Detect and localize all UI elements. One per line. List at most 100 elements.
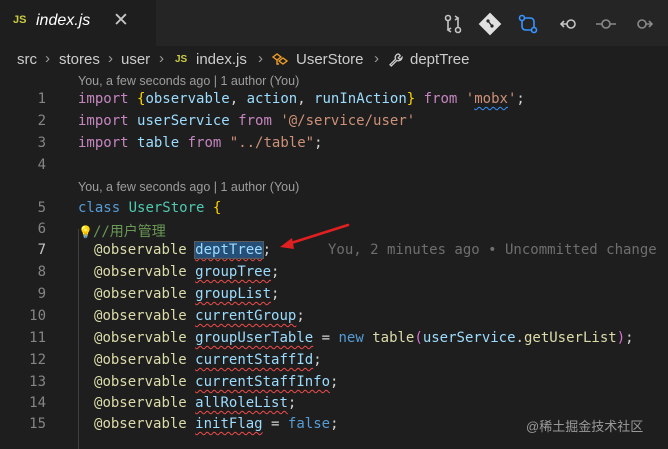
punct: ; — [516, 91, 525, 107]
chevron-right-icon: › — [108, 50, 113, 67]
breadcrumb-item-user[interactable]: user — [121, 51, 150, 68]
breadcrumb-item-file[interactable]: index.js — [196, 51, 247, 68]
git-icon[interactable] — [478, 12, 502, 36]
code-line-8[interactable]: @observable groupTree; — [94, 264, 279, 280]
keyword: class — [78, 200, 121, 216]
line-number: 11 — [29, 330, 46, 346]
line-number: 13 — [29, 374, 46, 390]
keyword: from — [423, 91, 458, 107]
property-name: deptTree — [194, 241, 264, 259]
operator: = — [313, 330, 339, 346]
code-line-12[interactable]: @observable currentStaffId; — [94, 352, 322, 368]
line-number: 15 — [29, 416, 46, 432]
code-line-2[interactable]: import userService from '@/service/user' — [78, 113, 415, 129]
watermark: @稀土掘金技术社区 — [526, 419, 644, 434]
annotation-arrow-icon — [280, 223, 350, 249]
line-number: 3 — [37, 135, 46, 151]
breadcrumb-item-property[interactable]: deptTree — [410, 51, 469, 68]
line-number: 1 — [37, 91, 46, 107]
decorator: observable — [102, 352, 187, 368]
property-name: groupTree — [195, 264, 272, 280]
decorator: observable — [102, 264, 187, 280]
punct: ; — [313, 352, 322, 368]
string: ' — [465, 91, 475, 107]
keyword: import — [78, 135, 129, 151]
code-line-6[interactable]: 💡//用户管理 — [78, 221, 166, 241]
punct: ; — [314, 135, 323, 151]
line-number: 14 — [29, 395, 46, 411]
line-number: 9 — [37, 286, 46, 302]
property-name: currentGroup — [195, 308, 297, 324]
punct: ; — [287, 395, 297, 411]
paren: ) — [616, 330, 626, 346]
class-symbol-icon — [271, 53, 289, 65]
brace: } — [406, 91, 416, 107]
compare-icon[interactable] — [516, 12, 540, 36]
line-number: 12 — [29, 352, 46, 368]
chevron-right-icon: › — [258, 50, 263, 67]
identifier: action — [246, 91, 298, 107]
property-name: currentStaffId — [195, 352, 314, 368]
code-editor[interactable]: You, a few seconds ago | 1 author (You) … — [0, 74, 668, 449]
codelens-blame[interactable]: You, a few seconds ago | 1 author (You) — [78, 74, 299, 88]
line-number: 2 — [37, 113, 46, 129]
operator: = — [262, 416, 288, 432]
close-icon[interactable]: ✕ — [113, 11, 129, 31]
decorator: observable — [102, 242, 187, 258]
punct: ; — [262, 242, 272, 258]
go-back-icon[interactable] — [557, 12, 581, 36]
git-commit-icon[interactable] — [594, 12, 618, 36]
string: "../table" — [229, 135, 315, 151]
identifier: table — [137, 135, 180, 151]
property-name: initFlag — [195, 416, 263, 432]
go-forward-icon[interactable] — [632, 12, 656, 36]
decorator: observable — [102, 374, 187, 390]
code-line-9[interactable]: @observable groupList; — [94, 286, 279, 302]
identifier: userService — [137, 113, 230, 129]
code-line-15[interactable]: @observable initFlag = false; — [94, 416, 339, 432]
code-line-13[interactable]: @observable currentStaffInfo; — [94, 374, 338, 390]
code-line-1[interactable]: import {observable, action, runInAction}… — [78, 91, 525, 107]
property-name: groupList — [195, 286, 272, 302]
open-changes-icon[interactable] — [441, 12, 465, 36]
js-file-icon: JS — [13, 14, 27, 26]
code-line-14[interactable]: @observable allRoleList; — [94, 395, 296, 411]
lightbulb-icon[interactable]: 💡 — [78, 225, 93, 239]
punct: , — [297, 91, 315, 107]
keyword: import — [78, 91, 129, 107]
property-name: allRoleList — [195, 395, 288, 411]
breadcrumb-item-src[interactable]: src — [17, 51, 37, 68]
decorator: observable — [102, 308, 187, 324]
code-line-5[interactable]: class UserStore { — [78, 200, 221, 216]
line-number: 8 — [37, 264, 46, 280]
tab-filename: index.js — [36, 12, 91, 29]
breadcrumb-item-stores[interactable]: stores — [59, 51, 100, 68]
line-number: 7 — [37, 242, 46, 258]
property-name: currentStaffInfo — [195, 374, 331, 390]
decorator: observable — [102, 395, 187, 411]
line-number: 4 — [37, 157, 46, 173]
line-number: 5 — [37, 200, 46, 216]
string: mobx — [474, 91, 508, 107]
breadcrumb: src › stores › user › JS index.js › User… — [0, 46, 668, 74]
code-line-11[interactable]: @observable groupUserTable = new table(u… — [94, 330, 634, 346]
js-file-icon: JS — [175, 54, 188, 65]
identifier: observable — [145, 91, 230, 107]
string: '@/service/user' — [280, 113, 416, 129]
editor-tab[interactable]: JS index.js ✕ — [0, 0, 156, 46]
keyword: import — [78, 113, 129, 129]
property-wrench-icon — [389, 53, 403, 67]
codelens-blame[interactable]: You, a few seconds ago | 1 author (You) — [78, 180, 299, 194]
identifier: runInAction — [314, 91, 407, 107]
paren: ( — [414, 330, 423, 346]
keyword: new — [338, 330, 364, 346]
punct: ; — [330, 374, 339, 390]
brace: { — [212, 200, 222, 216]
punct: . — [515, 330, 524, 346]
indent-guide — [78, 229, 79, 449]
code-line-10[interactable]: @observable currentGroup; — [94, 308, 305, 324]
code-line-3[interactable]: import table from "../table"; — [78, 135, 323, 151]
punct: ; — [625, 330, 634, 346]
breadcrumb-item-class[interactable]: UserStore — [296, 51, 364, 68]
code-line-7[interactable]: @observable deptTree; — [94, 241, 272, 259]
